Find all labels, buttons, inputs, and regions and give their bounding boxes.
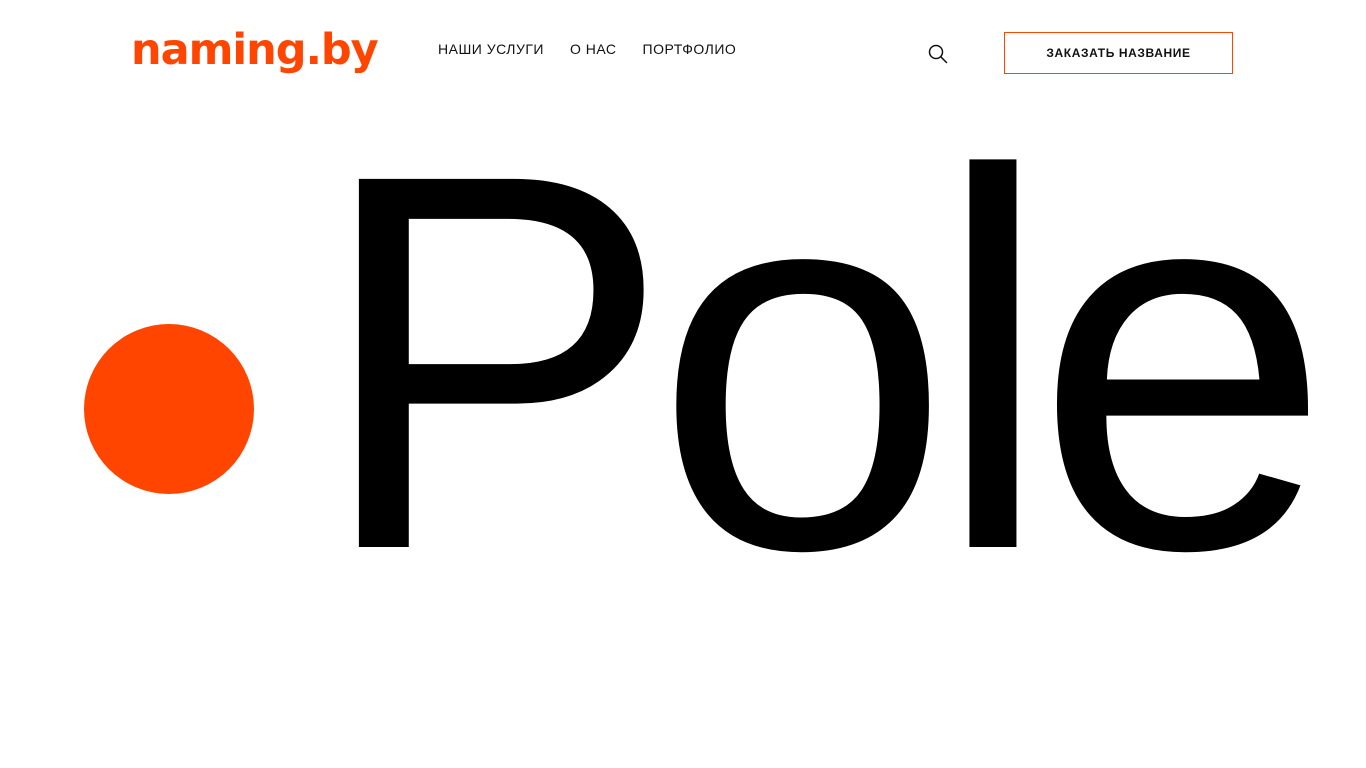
nav-item-portfolio[interactable]: ПОРТФОЛИО	[643, 39, 737, 59]
nav-item-about[interactable]: О НАС	[570, 39, 617, 59]
hero-word: Pole	[315, 64, 1332, 661]
hero-accent-dot	[84, 324, 254, 494]
page: naming.by НАШИ УСЛУГИ О НАС ПОРТФОЛИО ЗА…	[0, 0, 1366, 768]
nav-item-services[interactable]: НАШИ УСЛУГИ	[438, 39, 544, 59]
search-button[interactable]	[926, 42, 950, 66]
search-icon	[928, 44, 948, 64]
main-nav: НАШИ УСЛУГИ О НАС ПОРТФОЛИО	[438, 39, 736, 59]
